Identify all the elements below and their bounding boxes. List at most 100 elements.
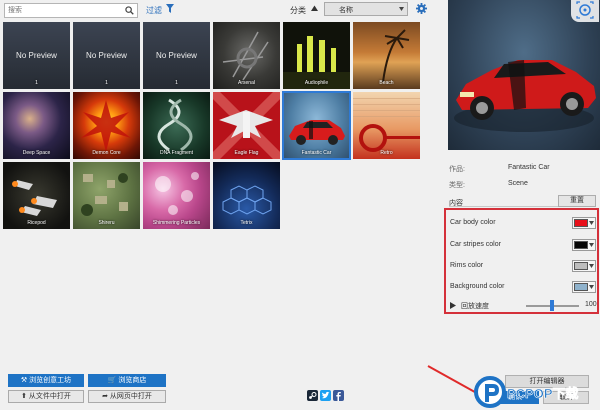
tile-caption: Beach (379, 80, 394, 86)
wallpaper-tile-dna-fragment[interactable]: DNA Fragment (143, 92, 210, 159)
wallpaper-tile-no-preview-3[interactable]: No Preview 1 (143, 22, 210, 89)
search-box[interactable] (4, 3, 138, 18)
dna-fragment-thumbnail (157, 98, 193, 152)
background-color-picker[interactable] (572, 281, 596, 293)
car-body-color-picker[interactable] (572, 217, 596, 229)
color-swatch (574, 219, 588, 227)
wallpaper-grid: No Preview 1 No Preview 1 No Preview 1 A… (3, 22, 423, 234)
wallpaper-tile-demon-core[interactable]: Demon Core (73, 92, 140, 159)
watermark-text: PCPOP下载 (507, 386, 579, 401)
browse-store-label: 浏览商店 (118, 377, 147, 384)
shimmering-particles-thumbnail (155, 172, 199, 215)
car-stripes-color-picker[interactable] (572, 239, 596, 251)
search-input[interactable] (5, 4, 120, 17)
wallpaper-tile-shireru[interactable]: Shireru (73, 162, 140, 229)
chevron-down-icon (399, 7, 404, 11)
chevron-down-icon (589, 221, 594, 225)
tile-caption: Retro (380, 150, 393, 156)
fantastic-car-preview-image (454, 60, 596, 132)
search-icon[interactable] (125, 6, 134, 15)
crosshair-icon (576, 1, 594, 19)
tile-caption: Deep Space (22, 150, 51, 156)
playback-speed-value: 100 (585, 301, 597, 308)
open-from-file-button[interactable]: ⬆ 从文件中打开 (8, 390, 84, 403)
wallpaper-tile-beach[interactable]: Beach (353, 22, 420, 89)
playback-speed-row: 回放速度 100 (446, 300, 597, 312)
wallpaper-tile-no-preview-2[interactable]: No Preview 1 (73, 22, 140, 89)
facebook-icon[interactable] (333, 390, 344, 401)
color-swatch (574, 262, 588, 270)
eagle-flag-thumbnail (213, 92, 280, 159)
tile-caption: Audiophile (304, 80, 329, 86)
demon-core-thumbnail (81, 100, 131, 152)
tile-caption: Eagle Flag (234, 150, 259, 156)
color-swatch (574, 241, 588, 249)
tile-caption: Fantastic Car (301, 150, 332, 156)
wallpaper-tile-audiophile[interactable]: Audiophile (283, 22, 350, 89)
wallpaper-tile-eagle-flag[interactable]: Eagle Flag (213, 92, 280, 159)
content-divider (449, 206, 559, 207)
browse-workshop-button[interactable]: ⚒ 浏览创意工坊 (8, 374, 84, 387)
tile-caption: Ricepod (27, 220, 46, 226)
wallpaper-properties-panel: Car body color Car stripes color Rims co… (444, 208, 599, 314)
wallpaper-tile-fantastic-car[interactable]: Fantastic Car (282, 91, 351, 160)
tile-caption: DNA Fragment (159, 150, 194, 156)
chevron-down-icon (589, 243, 594, 247)
chevron-down-icon (589, 264, 594, 268)
wallpaper-tile-deep-space[interactable]: Deep Space (3, 92, 70, 159)
author-label: 作品: (449, 166, 465, 173)
rims-color-picker[interactable] (572, 260, 596, 272)
upload-icon: ⬆ (21, 393, 29, 400)
author-value: Fantastic Car (508, 164, 550, 171)
sort-select[interactable]: 名称 (324, 2, 408, 16)
wallpaper-tile-ricepod[interactable]: Ricepod (3, 162, 70, 229)
steam-icon[interactable] (307, 390, 318, 401)
wallpaper-tile-arsenal[interactable]: Arsenal (213, 22, 280, 89)
audiophile-thumbnail (283, 36, 350, 89)
tile-caption: 1 (35, 80, 38, 86)
tile-caption: Tetrix (240, 220, 253, 226)
rims-color-label: Rims color (450, 262, 484, 269)
slider-thumb[interactable] (550, 300, 554, 311)
wallpaper-tile-retro[interactable]: Retro (353, 92, 420, 159)
fantastic-car-thumbnail (289, 120, 345, 145)
tile-caption: 1 (175, 80, 178, 86)
tile-caption: Demon Core (92, 150, 121, 156)
type-label: 类型: (449, 182, 465, 189)
wallpaper-tile-shimmering-particles[interactable]: Shimmering Particles (143, 162, 210, 229)
watermark: PCPOP下载 (473, 374, 600, 410)
sort-select-value: 名称 (339, 7, 353, 14)
playback-speed-label: 回放速度 (461, 303, 489, 310)
wallpaper-tile-tetrix[interactable]: Tetrix (213, 162, 280, 229)
filter-link[interactable]: 过滤 (146, 5, 162, 16)
twitter-icon[interactable] (320, 390, 331, 401)
no-preview-text: No Preview (16, 51, 57, 60)
sort-label: 分类 (290, 6, 306, 15)
arsenal-thumbnail (222, 31, 269, 81)
filter-icon[interactable] (166, 4, 174, 13)
browse-workshop-label: 浏览创意工坊 (29, 377, 72, 384)
sort-direction-icon[interactable] (311, 5, 318, 12)
preview-mode-button[interactable] (571, 0, 599, 22)
browse-store-button[interactable]: 🛒 浏览商店 (88, 374, 166, 387)
reset-button[interactable]: 重置 (558, 195, 596, 207)
no-preview-text: No Preview (86, 51, 127, 60)
tile-caption: Arsenal (238, 80, 255, 86)
chevron-down-icon (589, 285, 594, 289)
wrench-icon: ⚒ (20, 377, 30, 384)
open-from-file-label: 从文件中打开 (28, 393, 71, 400)
gear-icon[interactable] (416, 3, 427, 14)
beach-thumbnail (382, 29, 410, 83)
wallpaper-preview (448, 0, 600, 150)
tile-caption: Shireru (98, 220, 115, 226)
play-icon[interactable] (450, 302, 456, 309)
color-swatch (574, 283, 588, 291)
open-from-web-button[interactable]: ➦ 从网页中打开 (88, 390, 166, 403)
type-value: Scene (508, 180, 528, 187)
car-body-color-label: Car body color (450, 219, 496, 226)
shireru-thumbnail (81, 173, 128, 216)
wallpaper-tile-no-preview-1[interactable]: No Preview 1 (3, 22, 70, 89)
retro-thumbnail (353, 98, 420, 152)
tile-caption: Shimmering Particles (152, 220, 201, 226)
ricepod-thumbnail (12, 180, 57, 216)
